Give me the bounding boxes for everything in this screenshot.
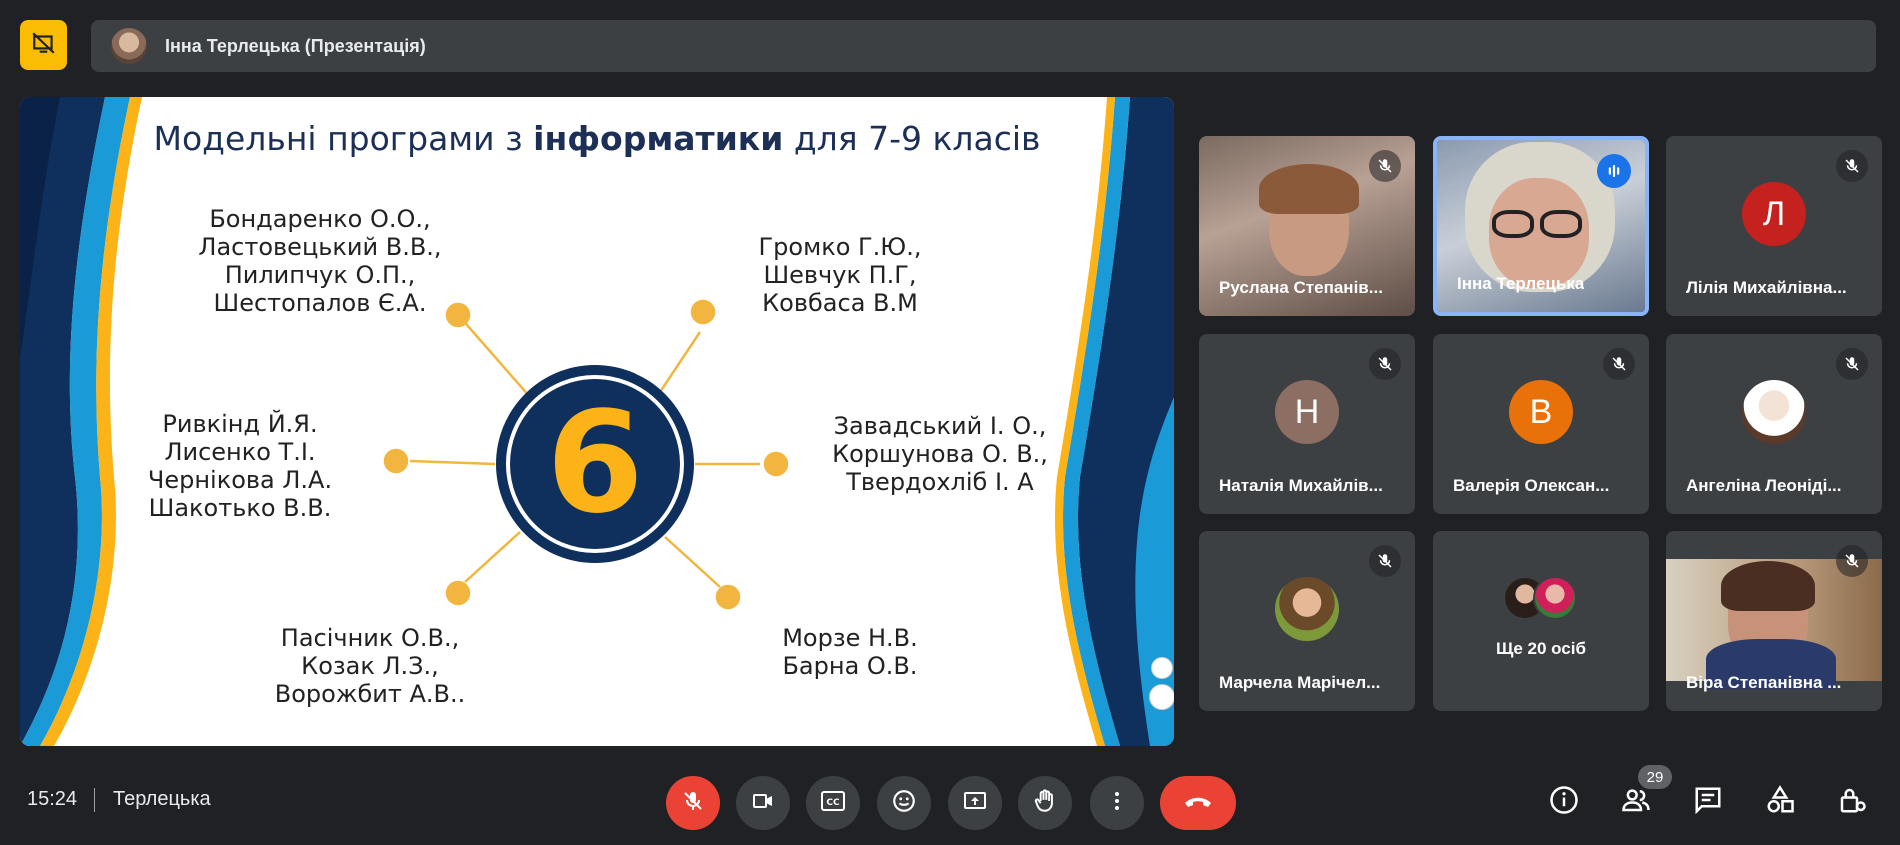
bottom-control-bar: 15:24 Терлецька CC 29 — [0, 760, 1900, 845]
participant-tile[interactable]: Л Лілія Михайлівна... — [1666, 136, 1882, 316]
slide-widget-icon-2[interactable] — [1149, 684, 1174, 710]
participant-tile[interactable]: Марчела Марічел... — [1199, 531, 1415, 711]
author-group-bottom-right: Морзе Н.В. Барна О.В. — [782, 624, 918, 680]
speaking-indicator-icon — [1597, 154, 1631, 188]
video-camera-icon — [751, 789, 775, 818]
avatar — [1533, 576, 1577, 620]
author-group-left: Ривкінд Й.Я. Лисенко Т.І. Чернікова Л.А. Ша… — [147, 410, 333, 522]
mic-off-icon — [1836, 545, 1868, 577]
participant-name: Наталія Михайлів... — [1219, 476, 1383, 495]
hand-icon — [1032, 788, 1058, 819]
avatar: Л — [1742, 182, 1806, 246]
raise-hand-button[interactable] — [1018, 776, 1072, 830]
reactions-button[interactable] — [877, 776, 931, 830]
more-participants-label: Ще 20 осіб — [1496, 639, 1586, 658]
leave-call-button[interactable] — [1160, 776, 1236, 830]
mic-off-icon — [1369, 545, 1401, 577]
present-screen-icon — [962, 789, 988, 818]
meeting-name: Терлецька — [113, 788, 211, 810]
present-screen-button[interactable] — [948, 776, 1002, 830]
lock-person-icon — [1837, 785, 1867, 820]
participant-tile[interactable]: Віра Степанівна ... — [1666, 531, 1882, 711]
emoji-icon — [891, 788, 917, 819]
participant-tile[interactable]: В Валерія Олексан... — [1433, 334, 1649, 514]
participant-name: Ангеліна Леоніді... — [1686, 476, 1842, 495]
top-bar: Інна Терлецька (Презентація) — [20, 18, 1876, 74]
participant-tile-active-speaker[interactable]: Інна Терлецька — [1433, 136, 1649, 316]
stop-presenting-button[interactable] — [20, 20, 67, 70]
info-icon — [1549, 785, 1579, 820]
mic-toggle-button[interactable] — [666, 776, 720, 830]
mic-off-icon — [1369, 150, 1401, 182]
mic-off-icon — [1369, 348, 1401, 380]
participant-name: Інна Терлецька — [1457, 274, 1585, 293]
author-group-right: Завадський І. О., Коршунова О. В., Твердох… — [832, 412, 1048, 496]
shapes-icon — [1765, 784, 1795, 820]
participant-name: Віра Степанівна ... — [1686, 673, 1842, 692]
participant-name: Руслана Степанів... — [1219, 278, 1383, 297]
participant-tile[interactable]: Руслана Степанів... — [1199, 136, 1415, 316]
meeting-details-button[interactable] — [1542, 780, 1586, 824]
divider — [94, 788, 95, 812]
more-options-button[interactable] — [1090, 776, 1144, 830]
participant-name: Валерія Олексан... — [1453, 476, 1610, 495]
avatar: В — [1509, 380, 1573, 444]
participant-name: Марчела Марічел... — [1219, 673, 1381, 692]
captions-button[interactable]: CC — [806, 776, 860, 830]
clock: 15:24 — [27, 788, 78, 810]
avatar — [1275, 577, 1339, 641]
grade-badge: 6 — [496, 365, 694, 563]
presenter-bar[interactable]: Інна Терлецька (Презентація) — [91, 20, 1876, 72]
slide-widget-icon[interactable] — [1151, 657, 1173, 679]
participant-count-badge: 29 — [1638, 765, 1672, 789]
more-vert-icon — [1105, 789, 1129, 818]
participant-tile[interactable]: Н Наталія Михайлів... — [1199, 334, 1415, 514]
mic-off-icon — [1603, 348, 1635, 380]
more-participants-tile[interactable]: Ще 20 осіб — [1433, 531, 1649, 711]
slide-title: Модельні програми з інформатики для 7-9 … — [153, 119, 1041, 158]
author-group-top-left: Бондаренко О.О., Ластовецький В.В., Пилипч… — [198, 205, 442, 317]
grade-number: 6 — [506, 375, 684, 553]
end-call-icon — [1182, 791, 1214, 816]
camera-toggle-button[interactable] — [736, 776, 790, 830]
presenter-name: Інна Терлецька (Презентація) — [165, 35, 426, 56]
avatar — [1742, 380, 1806, 444]
closed-captions-icon: CC — [820, 790, 846, 817]
author-group-bottom-left: Пасічник О.В., Козак Л.З., Ворожбит А.В.. — [274, 624, 466, 708]
svg-text:CC: CC — [826, 798, 840, 808]
people-icon — [1620, 785, 1652, 820]
author-group-top-right: Громко Г.Ю., Шевчук П.Г, Ковбаса В.М — [758, 233, 922, 317]
mic-off-icon — [1836, 348, 1868, 380]
participant-tile[interactable]: Ангеліна Леоніді... — [1666, 334, 1882, 514]
mic-off-icon — [1836, 150, 1868, 182]
activities-button[interactable] — [1758, 780, 1802, 824]
chat-button[interactable] — [1686, 780, 1730, 824]
mic-off-icon — [681, 789, 705, 818]
chat-icon — [1693, 785, 1723, 820]
avatar: Н — [1275, 380, 1339, 444]
participant-name: Лілія Михайлівна... — [1686, 278, 1847, 297]
host-controls-button[interactable] — [1830, 780, 1874, 824]
video-feed — [1666, 559, 1882, 689]
present-off-icon — [31, 30, 57, 61]
avatar — [111, 28, 147, 64]
presentation-slide: Модельні програми з інформатики для 7-9 … — [20, 97, 1174, 746]
